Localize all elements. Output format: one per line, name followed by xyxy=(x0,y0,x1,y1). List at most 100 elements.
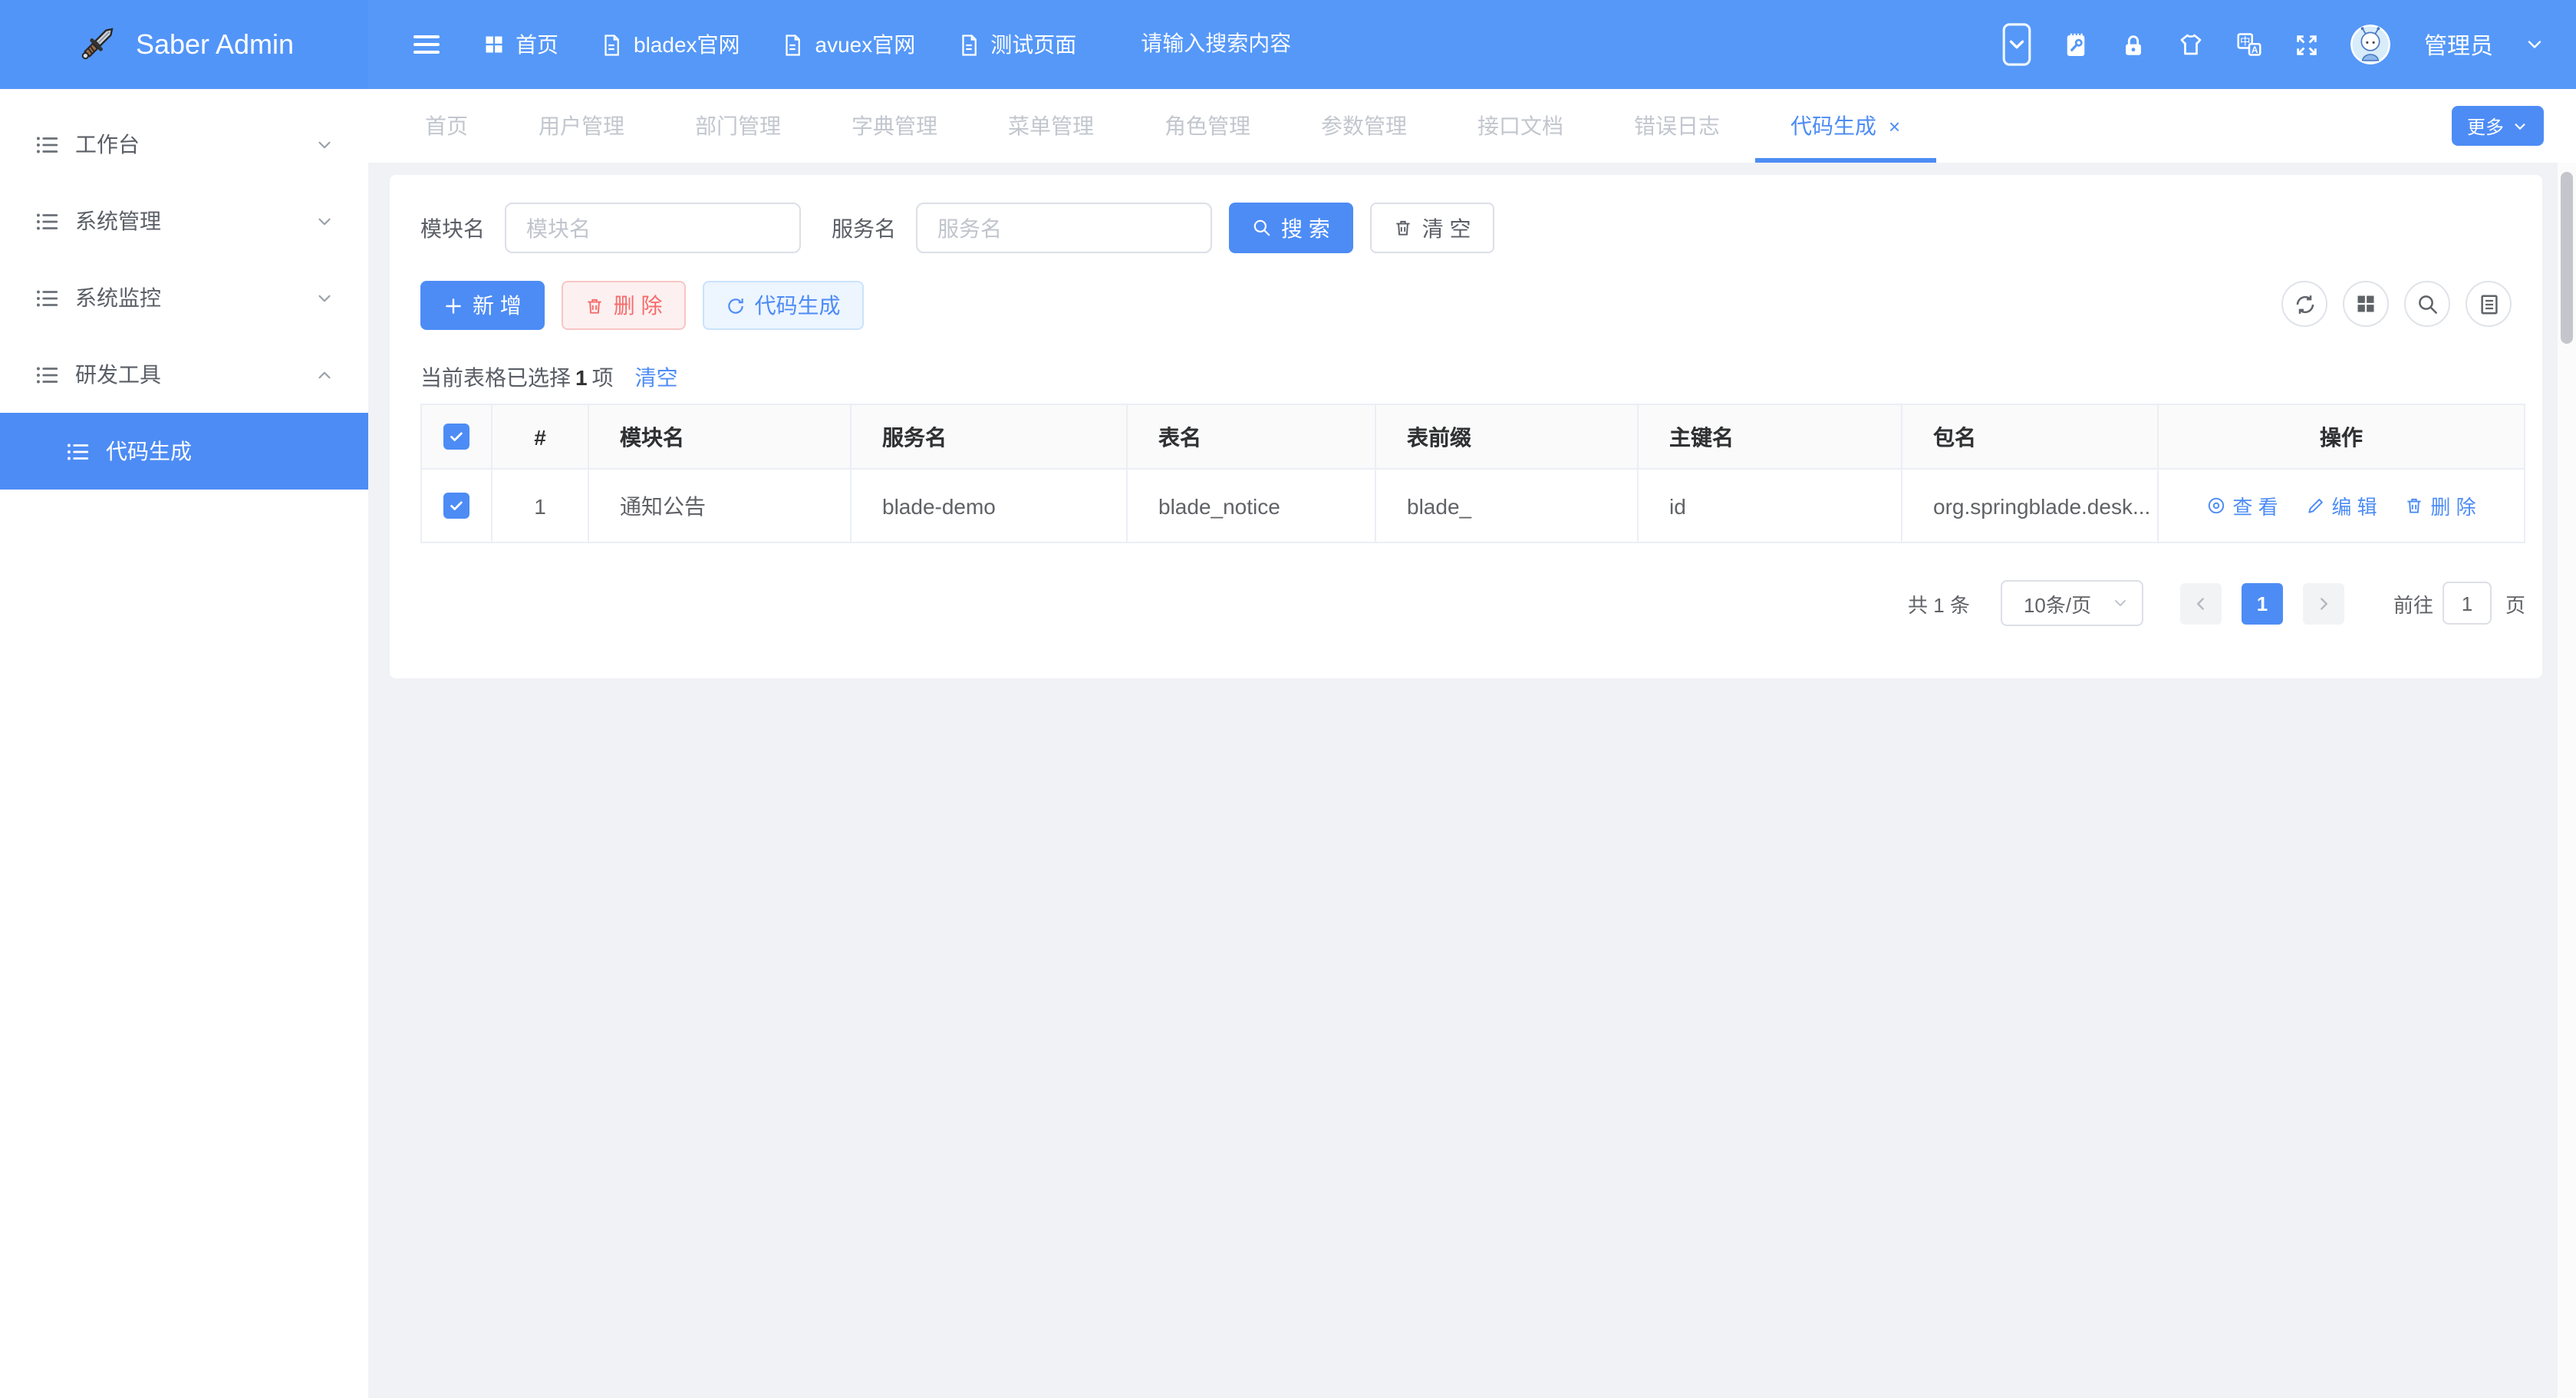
view-row-link[interactable]: 查 看 xyxy=(2206,491,2278,520)
service-name-input[interactable] xyxy=(916,203,1212,253)
column-header-actions: 操作 xyxy=(2158,404,2525,469)
sidebar-item-code-generation[interactable]: 代码生成 xyxy=(0,413,368,490)
chevron-down-icon xyxy=(315,134,334,154)
tab-api-docs[interactable]: 接口文档 xyxy=(1442,89,1599,163)
menu-list-icon xyxy=(34,208,60,234)
collapse-panel-button[interactable] xyxy=(2002,23,2031,66)
theme-shirt-icon[interactable] xyxy=(2177,31,2205,58)
select-all-checkbox[interactable] xyxy=(443,424,469,450)
topnav-item-home[interactable]: 首页 xyxy=(483,29,558,60)
tab-parameter-management[interactable]: 参数管理 xyxy=(1286,89,1442,163)
app-title: Saber Admin xyxy=(136,28,294,61)
table-toolbar: 新 增 删 除 代码生成 xyxy=(420,281,864,330)
cell-actions: 查 看 编 辑 xyxy=(2158,469,2525,542)
plus-icon xyxy=(443,295,463,315)
code-generation-panel: 模块名 服务名 搜 索 清 空 xyxy=(390,175,2542,678)
tab-user-management[interactable]: 用户管理 xyxy=(503,89,660,163)
chevron-down-icon xyxy=(2111,594,2130,612)
topnav-item-test-page[interactable]: 测试页面 xyxy=(957,29,1076,60)
clear-selection-link[interactable]: 清空 xyxy=(635,362,678,393)
lock-icon[interactable] xyxy=(2120,31,2146,58)
selection-info: 当前表格已选择1项 清空 xyxy=(420,362,678,393)
user-name[interactable]: 管理员 xyxy=(2424,28,2493,61)
page-number-button[interactable]: 1 xyxy=(2242,582,2283,624)
sidebar-item-system-monitor[interactable]: 系统监控 xyxy=(0,259,368,336)
tab-home[interactable]: 首页 xyxy=(390,89,503,163)
tab-menu-management[interactable]: 菜单管理 xyxy=(973,89,1129,163)
grid-icon xyxy=(483,34,505,55)
selection-text: 当前表格已选择1项 xyxy=(420,362,614,393)
sidebar-item-system-management[interactable]: 系统管理 xyxy=(0,183,368,259)
translate-icon[interactable]: 中 A xyxy=(2235,31,2263,58)
header-search-input[interactable] xyxy=(1141,31,1386,55)
goto-page-input[interactable] xyxy=(2443,582,2492,625)
refresh-table-button[interactable] xyxy=(2281,281,2327,327)
header-search xyxy=(1141,31,1386,58)
module-name-input[interactable] xyxy=(505,203,801,253)
column-header-package: 包名 xyxy=(1902,404,2158,469)
tabs-more-button[interactable]: 更多 xyxy=(2452,106,2544,146)
delete-button[interactable]: 删 除 xyxy=(562,281,686,330)
tab-role-management[interactable]: 角色管理 xyxy=(1129,89,1286,163)
trash-icon xyxy=(1393,218,1413,238)
cell-service: blade-demo xyxy=(851,469,1127,542)
grid-size-button[interactable] xyxy=(2343,281,2389,327)
tab-department-management[interactable]: 部门管理 xyxy=(660,89,816,163)
goto-label: 前往 xyxy=(2393,589,2433,618)
edit-row-link[interactable]: 编 辑 xyxy=(2305,491,2377,520)
sidebar-collapse-button[interactable] xyxy=(411,29,442,60)
topnav-label: 测试页面 xyxy=(990,29,1076,60)
sidebar-item-dev-tools[interactable]: 研发工具 xyxy=(0,336,368,413)
next-page-button[interactable] xyxy=(2303,582,2344,624)
search-button[interactable]: 搜 索 xyxy=(1229,203,1353,253)
chevron-up-icon xyxy=(315,364,334,384)
add-button[interactable]: 新 增 xyxy=(420,281,545,330)
cell-package: org.springblade.desk... xyxy=(1902,469,2158,542)
prev-page-button[interactable] xyxy=(2180,582,2222,624)
toggle-search-button[interactable] xyxy=(2404,281,2450,327)
menu-list-icon xyxy=(34,285,60,311)
generate-code-button[interactable]: 代码生成 xyxy=(703,281,864,330)
document-icon xyxy=(782,33,805,56)
top-navigation: 首页 bladex官网 xyxy=(483,29,1076,60)
column-header-index: # xyxy=(492,404,588,469)
tab-code-generation[interactable]: 代码生成 × xyxy=(1755,89,1935,163)
table-row[interactable]: 1 通知公告 blade-demo blade_notice blade_ id… xyxy=(421,469,2525,542)
cell-module: 通知公告 xyxy=(588,469,851,542)
debug-tool-icon[interactable] xyxy=(2062,31,2090,58)
user-avatar[interactable] xyxy=(2350,25,2390,64)
column-settings-button[interactable] xyxy=(2466,281,2512,327)
tab-error-log[interactable]: 错误日志 xyxy=(1599,89,1755,163)
svg-text:A: A xyxy=(2252,45,2258,55)
tab-dictionary-management[interactable]: 字典管理 xyxy=(816,89,973,163)
row-checkbox-cell xyxy=(421,469,492,542)
topnav-label: bladex官网 xyxy=(634,29,740,60)
pagination: 共 1 条 10条/页 1 前往 页 xyxy=(1908,580,2525,626)
chevron-down-icon xyxy=(315,288,334,308)
page-size-select[interactable]: 10条/页 xyxy=(2001,580,2143,626)
service-name-label: 服务名 xyxy=(832,213,896,243)
grid-icon xyxy=(2355,293,2377,315)
sidebar-item-label: 系统监控 xyxy=(75,282,161,313)
search-icon xyxy=(2416,292,2439,315)
app-window: Saber Admin 首页 xyxy=(0,0,2576,1398)
sidebar-item-label: 研发工具 xyxy=(75,359,161,390)
scrollbar-track[interactable] xyxy=(2558,163,2576,1398)
user-menu-chevron-down-icon[interactable] xyxy=(2524,34,2545,55)
sidebar-item-workbench[interactable]: 工作台 xyxy=(0,106,368,183)
header-checkbox-cell xyxy=(421,404,492,469)
app-logo: Saber Admin xyxy=(0,0,368,89)
clear-filters-button[interactable]: 清 空 xyxy=(1370,203,1494,253)
scrollbar-thumb[interactable] xyxy=(2561,172,2573,344)
topnav-item-avuex[interactable]: avuex官网 xyxy=(782,29,916,60)
menu-list-icon xyxy=(34,131,60,157)
column-header-table: 表名 xyxy=(1127,404,1375,469)
document-icon xyxy=(600,33,623,56)
column-header-service: 服务名 xyxy=(851,404,1127,469)
close-icon[interactable]: × xyxy=(1889,116,1900,136)
row-checkbox[interactable] xyxy=(443,493,469,519)
menu-list-icon xyxy=(64,438,91,464)
topnav-item-bladex[interactable]: bladex官网 xyxy=(600,29,740,60)
fullscreen-icon[interactable] xyxy=(2294,31,2320,58)
delete-row-link[interactable]: 删 除 xyxy=(2404,491,2476,520)
